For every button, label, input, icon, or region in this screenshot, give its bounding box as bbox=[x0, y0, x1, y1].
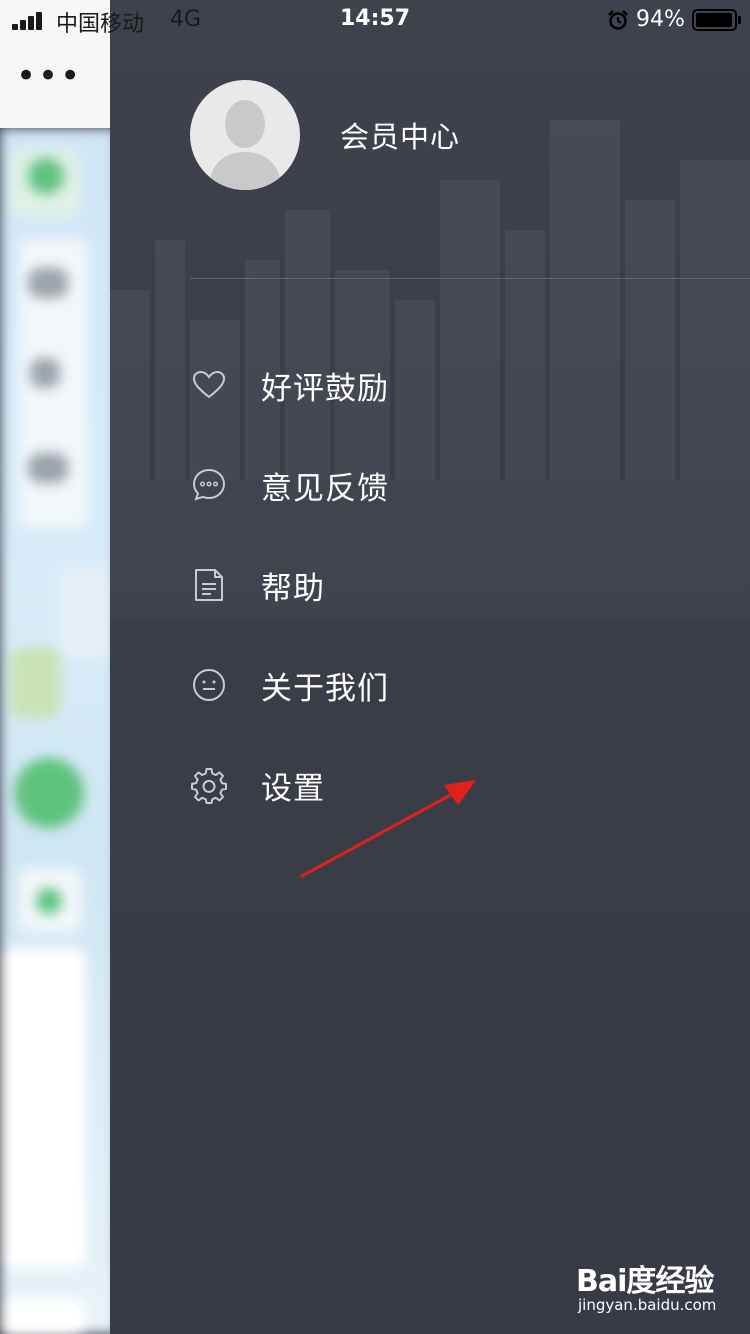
menu-item-rate[interactable]: 好评鼓励 bbox=[190, 335, 750, 435]
default-avatar-icon bbox=[208, 100, 282, 190]
document-icon bbox=[190, 566, 228, 604]
menu-item-feedback[interactable]: 意见反馈 bbox=[190, 435, 750, 535]
drawer-menu: 好评鼓励 意见反馈 帮助 关于我们 设置 bbox=[190, 335, 750, 835]
watermark-logo: Bai度经验 bbox=[576, 1264, 714, 1299]
watermark-url: jingyan.baidu.com bbox=[578, 1296, 717, 1314]
member-center-link[interactable]: 会员中心 bbox=[340, 114, 460, 156]
user-avatar[interactable] bbox=[190, 80, 300, 190]
annotation-arrow-icon bbox=[300, 780, 476, 878]
menu-item-help[interactable]: 帮助 bbox=[190, 535, 750, 635]
chat-bubble-icon bbox=[190, 466, 228, 504]
battery-icon bbox=[692, 9, 741, 31]
more-options-icon[interactable]: ••• bbox=[16, 56, 82, 96]
battery-percent: 94% bbox=[636, 7, 685, 32]
menu-item-label: 关于我们 bbox=[261, 670, 389, 707]
menu-item-label: 好评鼓励 bbox=[261, 370, 389, 407]
background-app[interactable]: ••• bbox=[0, 0, 120, 1334]
menu-item-label: 意见反馈 bbox=[261, 470, 389, 507]
gear-icon bbox=[190, 766, 228, 804]
status-bar: 中国移动 4G 14:57 94% bbox=[0, 0, 750, 40]
menu-item-label: 帮助 bbox=[261, 570, 325, 607]
alarm-clock-icon bbox=[608, 10, 628, 30]
baidu-jingyan-watermark: Bai度经验 jingyan.baidu.com bbox=[576, 1256, 746, 1320]
menu-item-about[interactable]: 关于我们 bbox=[190, 635, 750, 735]
heart-icon bbox=[190, 366, 228, 404]
background-app-content bbox=[0, 128, 118, 1334]
profile-divider bbox=[190, 278, 750, 279]
smiley-icon bbox=[190, 666, 228, 704]
